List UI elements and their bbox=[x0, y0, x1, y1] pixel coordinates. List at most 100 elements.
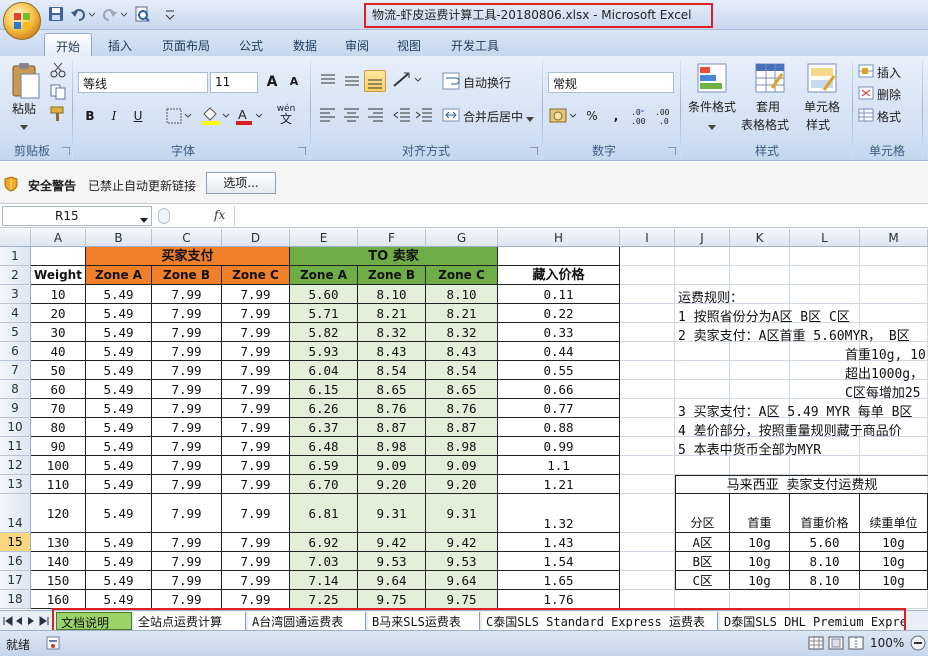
format-as-table-button-line2[interactable]: 表格格式 bbox=[741, 116, 789, 133]
zoom-out-icon[interactable] bbox=[910, 635, 926, 654]
table-cell[interactable]: 7.99 bbox=[152, 533, 222, 552]
table-cell[interactable]: 7.99 bbox=[222, 304, 290, 323]
grid-cell[interactable] bbox=[860, 247, 928, 266]
grid-cell[interactable] bbox=[675, 342, 730, 361]
grid-cell[interactable] bbox=[675, 247, 730, 266]
table-cell[interactable]: 5.93 bbox=[290, 342, 358, 361]
cell-styles-button[interactable]: 单元格 bbox=[804, 98, 840, 115]
table-cell[interactable]: 7.99 bbox=[152, 380, 222, 399]
clipboard-launcher-icon[interactable] bbox=[62, 144, 71, 158]
grid-cell[interactable] bbox=[620, 361, 675, 380]
grid-cell[interactable] bbox=[675, 456, 730, 475]
table-cell[interactable]: 8.65 bbox=[358, 380, 426, 399]
table-cell[interactable]: 0.66 bbox=[498, 380, 620, 399]
buyer-pays-header[interactable]: 买家支付 bbox=[86, 247, 290, 266]
office-button[interactable] bbox=[3, 2, 41, 40]
grid-cell[interactable] bbox=[675, 266, 730, 285]
mini-table-cell[interactable]: 10g bbox=[860, 552, 928, 571]
table-cell[interactable]: 5.60 bbox=[290, 285, 358, 304]
table-cell[interactable]: 1.54 bbox=[498, 552, 620, 571]
table-cell[interactable]: 140 bbox=[31, 552, 86, 571]
tab-developer[interactable]: 开发工具 bbox=[440, 33, 510, 56]
table-cell[interactable]: 7.99 bbox=[152, 475, 222, 494]
normal-view-icon[interactable] bbox=[808, 636, 824, 653]
table-cell[interactable]: 7.99 bbox=[152, 456, 222, 475]
table-cell[interactable]: 0.55 bbox=[498, 361, 620, 380]
table-cell[interactable]: 8.87 bbox=[426, 418, 498, 437]
row-header[interactable]: 2 bbox=[0, 266, 31, 285]
column-header[interactable]: J bbox=[675, 229, 730, 247]
table-cell[interactable]: 9.64 bbox=[358, 571, 426, 590]
conditional-format-button[interactable]: 条件格式 bbox=[688, 98, 736, 115]
table-cell[interactable]: 7.99 bbox=[152, 418, 222, 437]
table-cell[interactable]: 7.99 bbox=[152, 494, 222, 533]
paste-icon[interactable] bbox=[6, 62, 44, 102]
wrap-text-button[interactable]: 自动换行 bbox=[463, 74, 511, 91]
comma-button[interactable]: , bbox=[606, 106, 626, 126]
grid-cell[interactable] bbox=[620, 571, 675, 590]
table-cell[interactable]: 5.49 bbox=[86, 399, 152, 418]
zone-header-seller[interactable]: Zone C bbox=[426, 266, 498, 285]
tab-page-layout[interactable]: 页面布局 bbox=[152, 33, 220, 56]
number-launcher-icon[interactable] bbox=[668, 144, 677, 158]
table-cell[interactable]: 0.11 bbox=[498, 285, 620, 304]
table-cell[interactable]: 8.43 bbox=[358, 342, 426, 361]
insert-function-button[interactable]: fx bbox=[214, 208, 225, 222]
table-cell[interactable]: 7.99 bbox=[152, 342, 222, 361]
merge-dropdown-icon[interactable] bbox=[526, 112, 534, 126]
delete-cells-icon[interactable] bbox=[858, 86, 874, 103]
grid-cell[interactable] bbox=[730, 590, 790, 609]
table-cell[interactable]: 130 bbox=[31, 533, 86, 552]
grid-cell[interactable] bbox=[620, 552, 675, 571]
table-cell[interactable]: 5.49 bbox=[86, 304, 152, 323]
format-cells-icon[interactable] bbox=[858, 108, 874, 125]
grid-cell[interactable] bbox=[620, 494, 675, 533]
table-cell[interactable]: 9.20 bbox=[426, 475, 498, 494]
table-cell[interactable]: 6.70 bbox=[290, 475, 358, 494]
border-icon[interactable] bbox=[166, 108, 192, 127]
table-cell[interactable]: 7.99 bbox=[152, 285, 222, 304]
table-cell[interactable]: 90 bbox=[31, 437, 86, 456]
table-cell[interactable]: 7.99 bbox=[152, 590, 222, 609]
grid-cell[interactable] bbox=[730, 361, 790, 380]
macro-record-icon[interactable] bbox=[46, 636, 60, 653]
table-cell[interactable]: 8.65 bbox=[426, 380, 498, 399]
table-cell[interactable]: 1.32 bbox=[498, 494, 620, 533]
table-cell[interactable]: 8.76 bbox=[358, 399, 426, 418]
table-cell[interactable]: 7.99 bbox=[222, 475, 290, 494]
table-cell[interactable]: 0.33 bbox=[498, 323, 620, 342]
column-header[interactable]: M bbox=[860, 229, 928, 247]
grid-cell[interactable] bbox=[620, 533, 675, 552]
table-cell[interactable]: 7.99 bbox=[222, 571, 290, 590]
row-header[interactable]: 1 bbox=[0, 247, 31, 266]
row-header[interactable]: 6 bbox=[0, 342, 31, 361]
column-header[interactable]: H bbox=[498, 229, 620, 247]
table-cell[interactable]: 7.99 bbox=[222, 590, 290, 609]
table-cell[interactable]: 7.99 bbox=[222, 494, 290, 533]
decrease-indent-icon[interactable] bbox=[392, 106, 412, 127]
conditional-format-icon[interactable] bbox=[696, 62, 728, 97]
table-cell[interactable]: 5.49 bbox=[86, 361, 152, 380]
mini-table-cell[interactable]: 8.10 bbox=[790, 552, 860, 571]
fill-color-icon[interactable] bbox=[200, 106, 230, 129]
column-header[interactable]: C bbox=[152, 229, 222, 247]
customize-qat-icon[interactable] bbox=[164, 6, 176, 22]
table-cell[interactable]: 9.09 bbox=[358, 456, 426, 475]
table-cell[interactable]: 9.53 bbox=[358, 552, 426, 571]
format-cells-button[interactable]: 格式 bbox=[877, 108, 901, 125]
table-cell[interactable]: 5.49 bbox=[86, 456, 152, 475]
grow-font-button[interactable]: A bbox=[262, 72, 282, 92]
table-cell[interactable]: 6.26 bbox=[290, 399, 358, 418]
row-header[interactable]: 9 bbox=[0, 399, 31, 418]
cell-H1[interactable] bbox=[498, 247, 620, 266]
grid-cell[interactable] bbox=[620, 323, 675, 342]
column-header[interactable]: A bbox=[31, 229, 86, 247]
table-cell[interactable]: 5.82 bbox=[290, 323, 358, 342]
grid-cell[interactable] bbox=[620, 475, 675, 494]
mini-table-cell[interactable]: 5.60 bbox=[790, 533, 860, 552]
table-cell[interactable]: 5.49 bbox=[86, 342, 152, 361]
grid-cell[interactable] bbox=[730, 342, 790, 361]
align-center-icon[interactable] bbox=[342, 106, 362, 127]
align-left-icon[interactable] bbox=[318, 106, 338, 127]
table-cell[interactable]: 7.99 bbox=[222, 361, 290, 380]
